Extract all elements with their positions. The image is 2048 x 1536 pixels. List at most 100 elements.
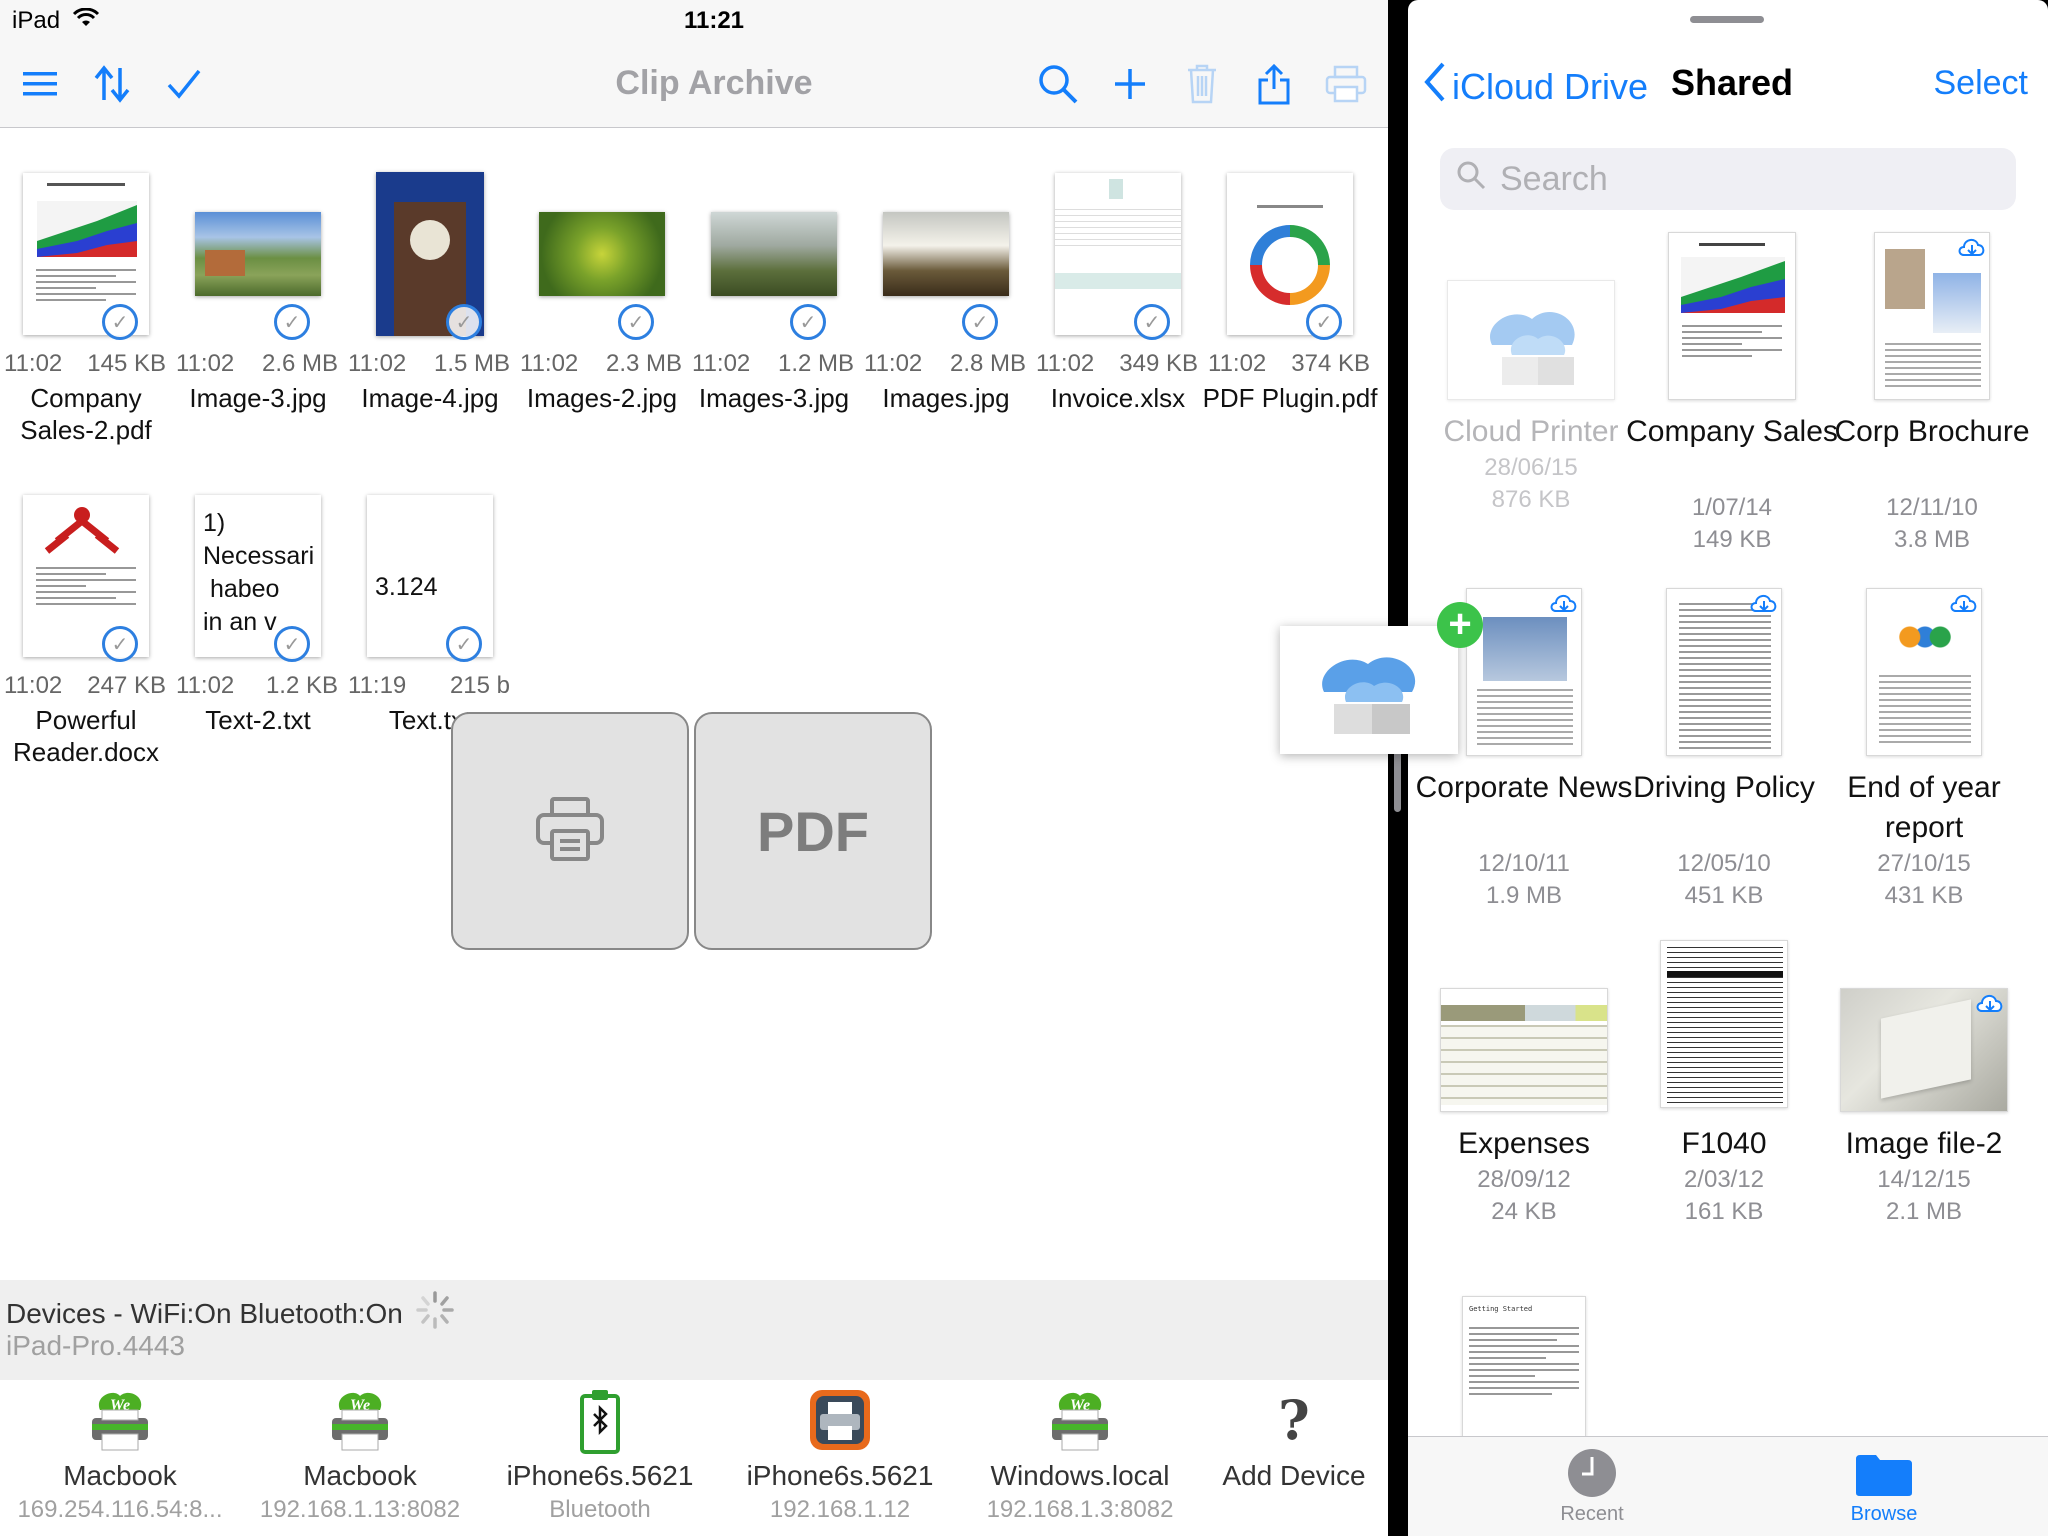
device-name: Windows.local bbox=[990, 1460, 1170, 1491]
file-time: 11:02 bbox=[4, 350, 63, 377]
device-name: Macbook bbox=[303, 1460, 417, 1491]
image-thumbnail bbox=[711, 212, 837, 296]
document-size: 24 KB bbox=[1491, 1198, 1557, 1225]
file-time: 11:02 bbox=[1036, 350, 1095, 377]
file-time: 11:02 bbox=[348, 350, 407, 377]
device-address: 192.168.1.12 bbox=[769, 1496, 911, 1523]
file-time: 11:02 bbox=[864, 350, 923, 377]
file-name: Images-2.jpg bbox=[526, 383, 678, 413]
check-icon[interactable]: ✓ bbox=[274, 304, 310, 340]
print-icon[interactable] bbox=[1322, 60, 1370, 108]
device-list: We Macbook 169.254.116.54:8... We Macboo… bbox=[0, 1380, 1388, 1536]
document-date: 27/10/15 bbox=[1877, 850, 1971, 877]
document-name: Corporate News bbox=[1415, 771, 1633, 804]
add-icon[interactable] bbox=[1106, 60, 1154, 108]
image-thumbnail bbox=[539, 212, 665, 296]
image-thumbnail bbox=[195, 212, 321, 296]
check-icon[interactable]: ✓ bbox=[446, 626, 482, 662]
file-time: 11:02 bbox=[176, 672, 235, 699]
cloud-download-icon bbox=[1950, 595, 1977, 612]
file-size: 2.6 MB bbox=[261, 350, 338, 377]
print-button[interactable] bbox=[451, 712, 689, 950]
text-preview-line: 1) bbox=[203, 509, 226, 537]
document-name: Corp Brochure bbox=[1834, 415, 2030, 448]
file-name: Image-3.jpg bbox=[189, 383, 327, 413]
document-date: 12/10/11 bbox=[1478, 850, 1570, 877]
we-printer-icon: We bbox=[88, 1388, 152, 1454]
devices-header-bar: Devices - WiFi:On Bluetooth:On iPad-Pro.… bbox=[0, 1280, 1388, 1380]
check-icon[interactable]: ✓ bbox=[274, 626, 310, 662]
check-icon[interactable]: ✓ bbox=[446, 304, 482, 340]
document-date: 2/03/12 bbox=[1683, 1166, 1765, 1193]
file-size: 374 KB bbox=[1291, 350, 1370, 377]
document-size: 431 KB bbox=[1884, 882, 1964, 909]
this-device-name: iPad-Pro.4443 bbox=[6, 1330, 186, 1361]
file-size: 1.5 MB bbox=[433, 350, 510, 377]
document-thumbnail bbox=[1840, 988, 2008, 1112]
document-size: 149 KB bbox=[1692, 526, 1772, 553]
document-name: F1040 bbox=[1681, 1127, 1767, 1160]
document-date: 28/09/12 bbox=[1477, 1166, 1571, 1193]
device-name: Add Device bbox=[1222, 1460, 1366, 1491]
document-size: 1.9 MB bbox=[1485, 882, 1563, 909]
document-thumbnail bbox=[1874, 232, 1990, 400]
file-time: 11:02 bbox=[4, 672, 63, 699]
add-badge-icon: + bbox=[1437, 602, 1483, 648]
file-size: 215 b bbox=[449, 672, 510, 699]
document-thumbnail bbox=[1440, 988, 1608, 1112]
document-size: 2.1 MB bbox=[1885, 1198, 1963, 1225]
dragged-document[interactable] bbox=[1280, 626, 1458, 754]
check-icon[interactable]: ✓ bbox=[1306, 304, 1342, 340]
device-name: iPhone6s.5621 bbox=[746, 1460, 934, 1491]
we-printer-icon: We bbox=[1048, 1388, 1112, 1454]
document-name: End of year report bbox=[1847, 771, 2001, 844]
we-printer-icon: We bbox=[328, 1388, 392, 1454]
pdf-button[interactable]: PDF bbox=[694, 712, 932, 950]
file-time: 11:02 bbox=[692, 350, 751, 377]
check-icon[interactable]: ✓ bbox=[618, 304, 654, 340]
spinner-icon bbox=[415, 1290, 455, 1337]
file-size: 2.3 MB bbox=[605, 350, 682, 377]
share-icon[interactable] bbox=[1250, 60, 1298, 108]
document-date: 12/11/10 bbox=[1886, 494, 1978, 521]
file-size: 247 KB bbox=[87, 672, 166, 699]
printer-app-icon bbox=[808, 1388, 872, 1454]
document-size: 876 KB bbox=[1491, 486, 1571, 513]
check-icon[interactable]: ✓ bbox=[962, 304, 998, 340]
back-button[interactable]: iCloud Drive bbox=[1424, 62, 1648, 111]
check-icon[interactable]: ✓ bbox=[1134, 304, 1170, 340]
document-preview-title: Getting Started bbox=[1469, 1305, 1533, 1313]
trash-icon[interactable] bbox=[1178, 60, 1226, 108]
status-bar: iPad 11:21 bbox=[0, 0, 1388, 40]
file-name: Text-2.txt bbox=[205, 705, 311, 735]
file-size: 2.8 MB bbox=[949, 350, 1026, 377]
cloud-download-icon bbox=[1976, 995, 2003, 1012]
document-date: 12/05/10 bbox=[1677, 850, 1771, 877]
document-thumbnail bbox=[1668, 232, 1796, 400]
device-address: Bluetooth bbox=[549, 1496, 651, 1523]
folder-icon bbox=[1856, 1455, 1912, 1496]
file-name: Invoice.xlsx bbox=[1050, 383, 1186, 413]
search-placeholder: Search bbox=[1500, 159, 1608, 198]
file-name: Powerful Reader.docx bbox=[13, 705, 159, 767]
cloud-download-icon bbox=[1958, 239, 1985, 256]
file-name: Images.jpg bbox=[882, 383, 1010, 413]
select-button[interactable]: Select bbox=[1934, 64, 2029, 103]
document-date: 1/07/14 bbox=[1691, 494, 1773, 521]
document-size: 451 KB bbox=[1684, 882, 1764, 909]
check-icon[interactable]: ✓ bbox=[102, 626, 138, 662]
document-name: Driving Policy bbox=[1633, 771, 1815, 804]
document-size: 3.8 MB bbox=[1893, 526, 1971, 553]
file-name: PDF Plugin.pdf bbox=[1202, 383, 1378, 413]
image-thumbnail bbox=[883, 212, 1009, 296]
printer-icon bbox=[534, 793, 606, 870]
check-icon[interactable]: ✓ bbox=[790, 304, 826, 340]
text-preview-line: habeo bbox=[203, 575, 280, 603]
question-icon: ? bbox=[1278, 1388, 1310, 1452]
search-icon[interactable] bbox=[1034, 60, 1082, 108]
search-field[interactable]: Search bbox=[1440, 148, 2016, 210]
check-icon[interactable]: ✓ bbox=[102, 304, 138, 340]
app-grabber[interactable] bbox=[1690, 16, 1764, 23]
document-date: 14/12/15 bbox=[1877, 1166, 1971, 1193]
document-thumbnail bbox=[1447, 280, 1615, 400]
